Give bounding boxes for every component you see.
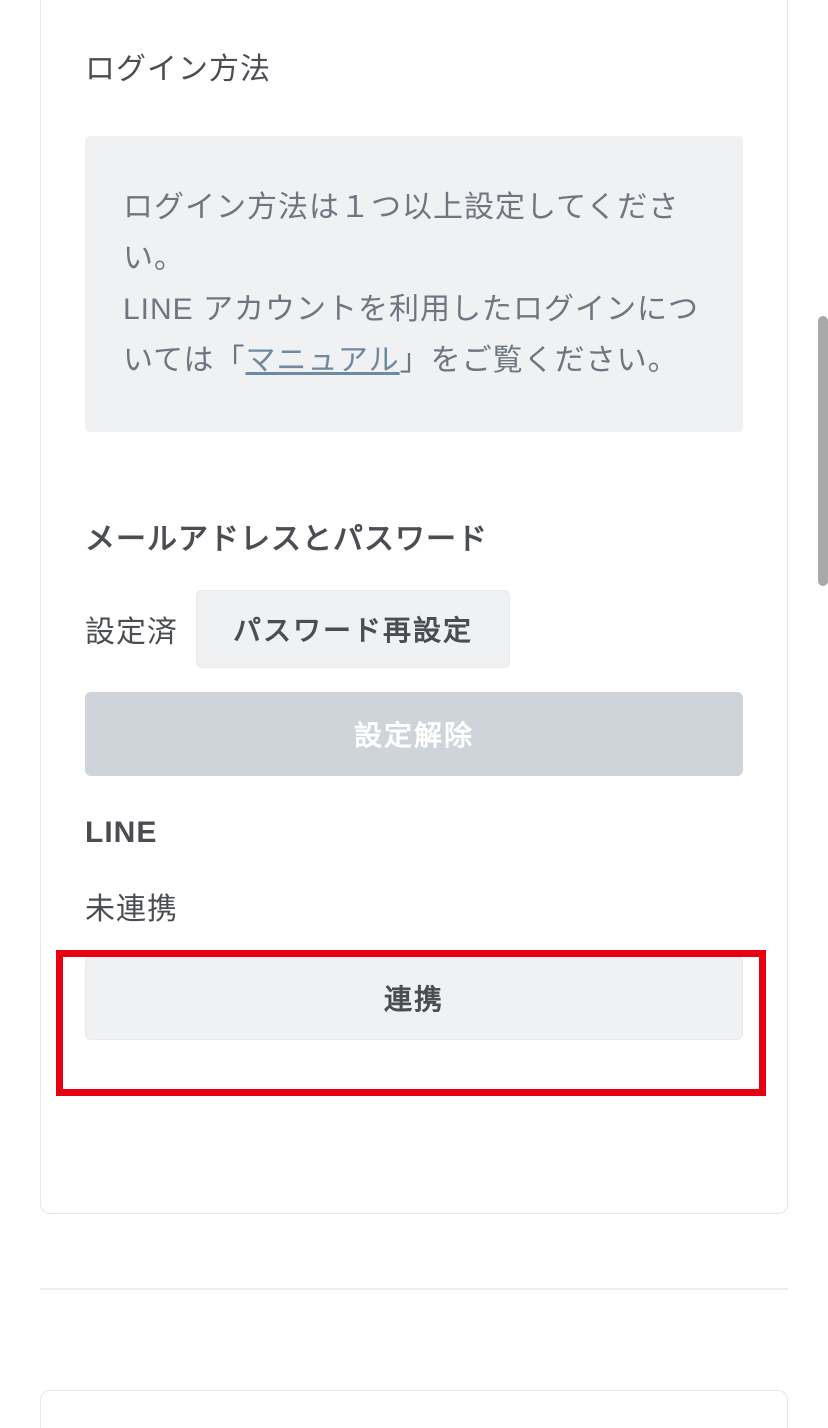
login-info-box: ログイン方法は１つ以上設定してください。 LINE アカウントを利用したログイン… — [85, 136, 743, 432]
login-methods-title: ログイン方法 — [85, 44, 743, 88]
email-password-heading: メールアドレスとパスワード — [85, 514, 743, 558]
line-section: LINE 未連携 連携 — [85, 816, 743, 1040]
email-status: 設定済 — [85, 607, 178, 651]
clear-settings-button: 設定解除 — [85, 692, 743, 776]
login-settings-card: ログイン方法 ログイン方法は１つ以上設定してください。 LINE アカウントを利… — [40, 0, 788, 1214]
section-divider — [40, 1288, 788, 1290]
line-heading: LINE — [85, 816, 743, 850]
email-status-row: 設定済 パスワード再設定 — [85, 590, 743, 668]
manual-link[interactable]: マニュアル — [246, 344, 400, 377]
scrollbar-thumb[interactable] — [818, 316, 828, 586]
line-link-button[interactable]: 連携 — [85, 956, 743, 1040]
line-status: 未連携 — [85, 884, 743, 928]
reset-password-button[interactable]: パスワード再設定 — [196, 590, 510, 668]
next-card-top — [40, 1390, 788, 1428]
login-info-text-suffix: 」をご覧ください。 — [400, 344, 679, 377]
